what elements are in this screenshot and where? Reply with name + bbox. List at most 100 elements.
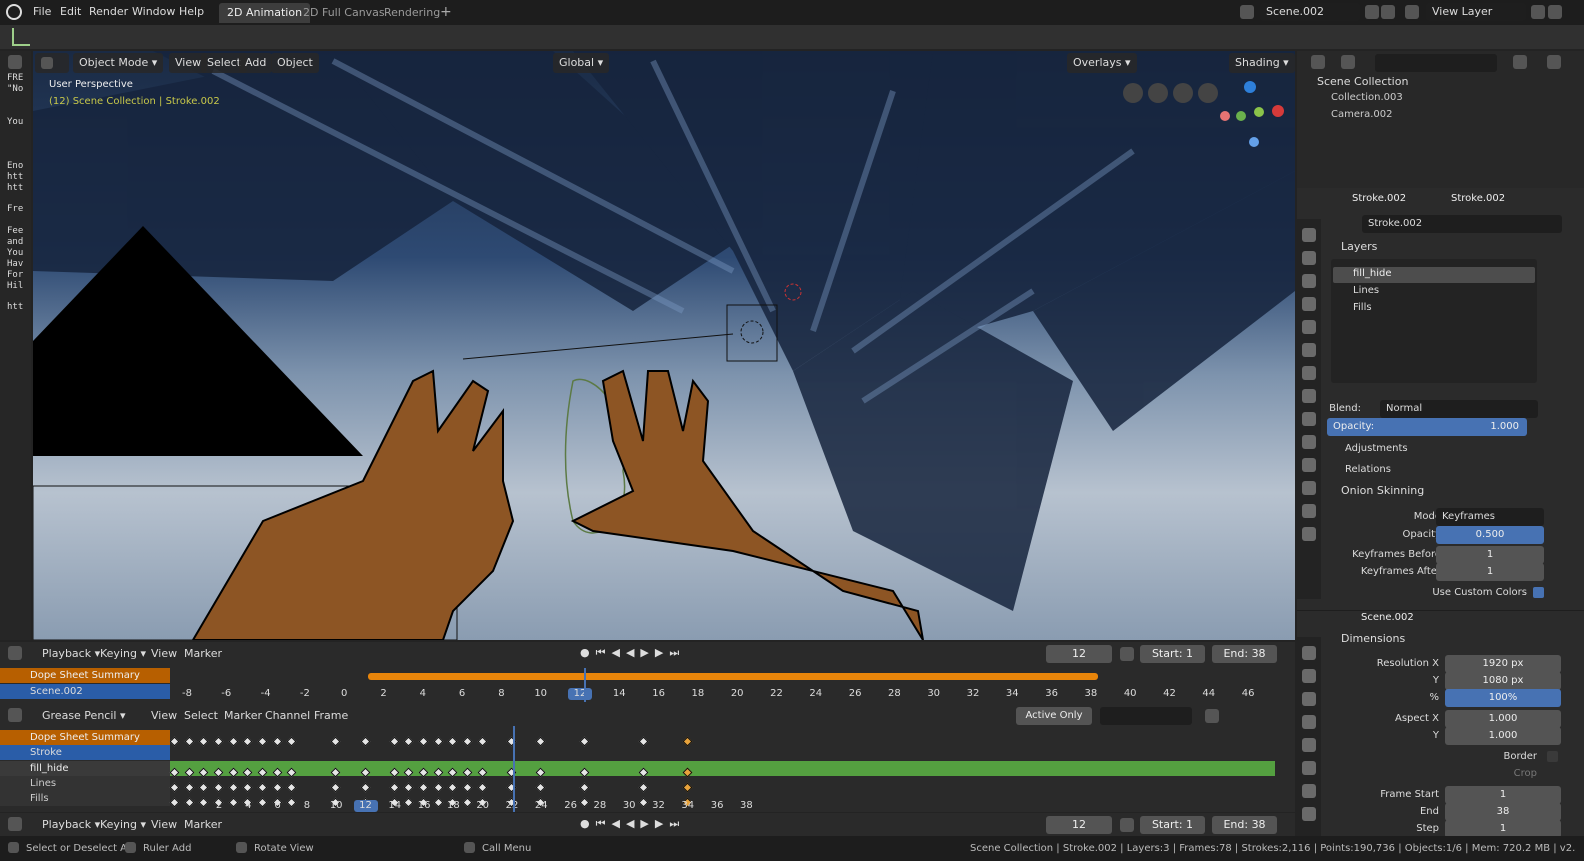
dopesheet-playhead[interactable] [513,726,515,812]
frame-end-field[interactable]: 38 [1445,803,1561,821]
res-pct-field[interactable]: 100% [1445,689,1561,707]
dopesheet-marker-menu[interactable]: Marker [220,707,266,725]
playback-menu-2[interactable]: Playback ▾ [38,816,104,834]
filter-icon[interactable] [1513,55,1527,69]
view-layer-icon[interactable] [1405,5,1419,19]
layers-section[interactable]: Layers [1341,240,1377,253]
layer-lines[interactable]: Lines [1353,285,1379,296]
menu-edit[interactable]: Edit [56,3,85,21]
view-layer-field[interactable]: View Layer [1426,3,1526,21]
adjustments-section[interactable]: Adjustments [1345,443,1408,454]
measure-tool-icon[interactable] [12,28,30,46]
playback-controls[interactable]: ●⏮◀◀▶▶⏭ [580,646,710,662]
dopesheet-ruler[interactable]: 2 4 6 8 10 12 14 16 18 20 22 24 26 28 30 32 34 36 38 [170,800,1275,812]
start-frame-field-2[interactable]: Start: 1 [1140,816,1205,834]
outliner-editor-icon[interactable] [1311,55,1325,69]
aspect-x-field[interactable]: 1.000 [1445,710,1561,728]
layer-fills[interactable]: Fills [1353,302,1372,313]
timeline2-editor-icon[interactable] [8,817,22,831]
blend-select[interactable]: Normal [1380,400,1538,418]
properties-tabs[interactable] [1297,219,1321,599]
keyframe[interactable] [638,782,649,793]
keyframe[interactable] [330,767,341,778]
timeline-editor-icon[interactable] [8,646,22,660]
keyframe[interactable] [433,736,444,747]
keyframe[interactable] [447,736,458,747]
outliner-item-collection[interactable]: Collection.003 [1331,92,1403,103]
current-frame-field[interactable]: 12 [1046,645,1112,663]
ds-channel-lines[interactable]: Lines [0,776,170,791]
keyframe[interactable] [228,736,239,747]
ds-channel-fills[interactable]: Fills [0,791,170,806]
onion-mode-select[interactable]: Keyframes [1436,508,1544,526]
frame-start-field[interactable]: 1 [1445,786,1561,804]
dopesheet-view-menu[interactable]: View [147,707,181,725]
keyframe[interactable] [213,767,224,778]
view-menu-2[interactable]: View [147,816,181,834]
keyframe[interactable] [184,736,195,747]
tab-rendering[interactable]: Rendering [376,3,448,23]
shading-button[interactable]: Shading ▾ [1229,53,1295,73]
keyframe[interactable] [286,767,297,778]
keyframe[interactable] [579,736,590,747]
menu-render[interactable]: Render [85,3,132,21]
stopwatch-icon[interactable] [1120,647,1134,661]
keyframe[interactable] [198,782,209,793]
keyframes-after-field[interactable]: 1 [1436,563,1544,581]
new-view-layer-icon[interactable] [1531,5,1545,19]
outliner-item-camera[interactable]: Camera.002 [1331,109,1393,120]
dopesheet-mode-select[interactable]: Grease Pencil ▾ [38,707,129,725]
camera-view-icon[interactable] [1148,83,1168,103]
dopesheet-filter-icon[interactable] [1205,709,1219,723]
keyframe[interactable] [257,736,268,747]
keyframe[interactable] [389,767,400,778]
keyframe[interactable] [579,782,590,793]
layer-fill-hide[interactable]: fill_hide [1353,268,1391,279]
end-frame-field-2[interactable]: End: 38 [1212,816,1277,834]
overlays-button[interactable]: Overlays ▾ [1067,53,1137,73]
keyframe[interactable] [360,782,370,793]
keyframe[interactable] [198,767,209,778]
custom-colors-checkbox[interactable] [1533,587,1544,598]
start-frame-field[interactable]: Start: 1 [1140,645,1205,663]
keyframe[interactable] [389,782,400,793]
zoom-icon[interactable] [1198,83,1218,103]
keyframe-area[interactable] [169,730,1275,808]
keyframe[interactable] [228,767,239,778]
keyframe[interactable] [447,767,458,778]
keyframe[interactable] [433,782,444,793]
playback-menu[interactable]: Playback ▾ [38,645,104,663]
keyframe[interactable] [462,736,473,747]
new-scene-icon[interactable] [1365,5,1379,19]
current-frame-field-2[interactable]: 12 [1046,816,1112,834]
scene-icon[interactable] [1240,5,1254,19]
keyframe[interactable] [477,782,488,793]
ds-channel-summary[interactable]: Dope Sheet Summary [0,730,170,745]
menu-file[interactable]: File [29,3,55,21]
dopesheet-select-menu[interactable]: Select [180,707,222,725]
keyframe[interactable] [286,782,297,793]
3d-viewport[interactable]: Object Mode ▾ View Select Add Object Glo… [33,51,1295,640]
aspect-y-field[interactable]: 1.000 [1445,727,1561,745]
keyframe[interactable] [242,767,253,778]
keyframe[interactable] [403,767,414,778]
marker-menu-2[interactable]: Marker [180,816,226,834]
toggle-camera-icon[interactable] [1123,83,1143,103]
keyframe[interactable] [272,767,283,778]
keyframe[interactable] [169,736,180,747]
dopesheet-frame-menu[interactable]: Frame [310,707,352,725]
keyframe[interactable] [213,736,224,747]
editor-type-icon[interactable] [8,55,22,69]
menu-object[interactable]: Object [271,53,319,73]
keying-menu[interactable]: Keying ▾ [96,645,150,663]
keyframe[interactable] [184,767,195,778]
dopesheet-editor-icon[interactable] [8,708,22,722]
keyframe[interactable] [169,767,180,778]
keyframe[interactable] [403,736,414,747]
keyframe[interactable] [433,767,444,778]
keying-menu-2[interactable]: Keying ▾ [96,816,150,834]
editor-type-button[interactable] [35,53,69,73]
playhead[interactable] [584,668,586,702]
keyframe[interactable] [257,767,268,778]
relations-section[interactable]: Relations [1345,464,1391,475]
